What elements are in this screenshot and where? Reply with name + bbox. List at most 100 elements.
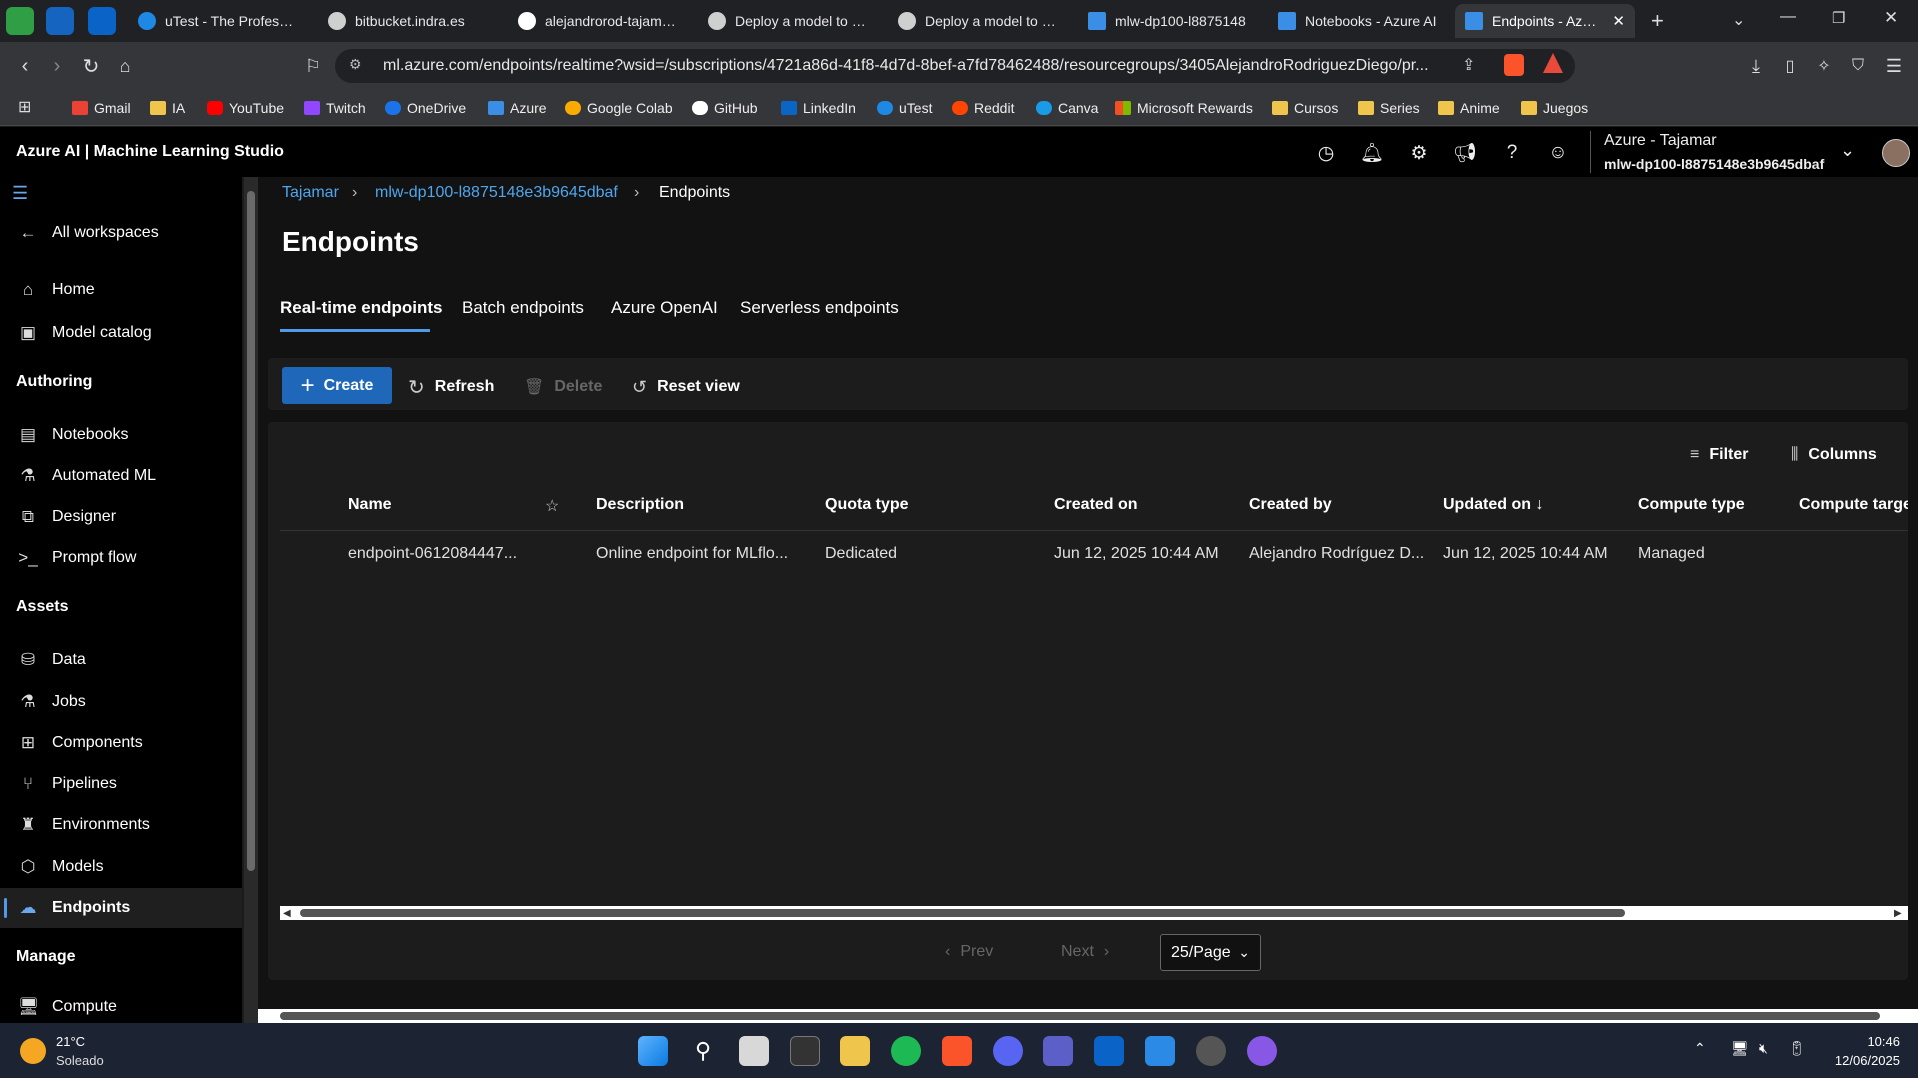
avatar[interactable]	[1882, 139, 1910, 167]
spotify-icon[interactable]	[891, 1036, 921, 1066]
browser-tab[interactable]: mlw-dp100-l8875148	[1078, 4, 1258, 38]
leo-ai-icon[interactable]: ✧	[1811, 53, 1837, 79]
nav-prompt-flow[interactable]: >_ Prompt flow	[0, 538, 242, 578]
bookmark-youtube[interactable]: YouTube	[207, 96, 284, 120]
page-size-select[interactable]: 25/Page ⌄	[1160, 934, 1261, 971]
tab-real-time-endpoints[interactable]: Real-time endpoints	[280, 298, 442, 318]
tab-batch-endpoints[interactable]: Batch endpoints	[462, 298, 584, 318]
discord-icon[interactable]	[993, 1036, 1023, 1066]
column-header-updated-on[interactable]: Updated on ↓	[1443, 496, 1543, 514]
battery-icon[interactable]: 🔋︎	[1788, 1040, 1806, 1057]
sidebar-toggle-icon[interactable]: ▯	[1777, 53, 1803, 79]
bookmark-github[interactable]: GitHub	[692, 96, 758, 120]
prev-page-button[interactable]: ‹ Prev	[945, 943, 993, 961]
breadcrumb-root[interactable]: Tajamar	[282, 184, 339, 202]
column-header-compute-type[interactable]: Compute type	[1638, 496, 1745, 514]
notifications-bell-icon[interactable]: 🔔︎	[1359, 140, 1385, 166]
nav-pipelines[interactable]: ⑂ Pipelines	[0, 764, 242, 804]
favorite-star-icon[interactable]: ☆	[545, 496, 559, 516]
download-icon[interactable]: ⤓	[1743, 53, 1769, 79]
chevron-down-icon[interactable]: ⌄	[1840, 140, 1855, 161]
home-icon[interactable]: ⌂	[112, 53, 138, 79]
endpoint-name-link[interactable]: endpoint-0612084447...	[348, 545, 523, 563]
grid-horizontal-scrollbar[interactable]: ◀ ▶	[280, 906, 1908, 920]
announcements-icon[interactable]: 📢︎	[1452, 140, 1478, 166]
delete-button[interactable]: 🗑︎ Delete	[524, 369, 602, 405]
next-page-button[interactable]: Next ›	[1061, 943, 1109, 961]
new-tab-icon[interactable]: +	[1651, 8, 1664, 34]
scrollbar-thumb[interactable]	[300, 909, 1625, 917]
column-header-name[interactable]: Name	[348, 496, 392, 514]
bookmark-series[interactable]: Series	[1358, 96, 1420, 120]
breadcrumb-workspace[interactable]: mlw-dp100-l8875148e3b9645dbaf	[375, 184, 618, 202]
address-bar[interactable]: ⚙ ml.azure.com/endpoints/realtime?wsid=/…	[335, 49, 1575, 83]
browser-tab[interactable]: Deploy a model to a r	[698, 4, 878, 38]
menu-icon[interactable]: ☰	[1881, 53, 1907, 79]
outlook-icon[interactable]	[1094, 1036, 1124, 1066]
nav-jobs[interactable]: ⚗ Jobs	[0, 682, 242, 722]
bookmark-gmail[interactable]: Gmail	[72, 96, 131, 120]
account-name[interactable]: Azure - Tajamar	[1604, 132, 1717, 150]
task-view-icon[interactable]	[739, 1036, 769, 1066]
bookmark-azure[interactable]: Azure	[488, 96, 547, 120]
bookmark-icon[interactable]: ⚐	[300, 53, 326, 79]
restore-icon[interactable]: ❐	[1832, 9, 1845, 27]
browser-tab-active[interactable]: Endpoints - Azure ✕	[1455, 4, 1635, 38]
browser-tab[interactable]: Notebooks - Azure AI	[1268, 4, 1448, 38]
bookmark-reddit[interactable]: Reddit	[952, 96, 1014, 120]
outlook-pinned-tab-icon[interactable]	[88, 7, 116, 35]
nav-components[interactable]: ⊞ Components	[0, 723, 242, 763]
bookmark-utest[interactable]: uTest	[877, 96, 932, 120]
browser-tab[interactable]: bitbucket.indra.es	[318, 4, 498, 38]
brave-browser-icon[interactable]	[942, 1036, 972, 1066]
brave-rewards-icon[interactable]	[1543, 53, 1563, 73]
app-title[interactable]: Azure AI | Machine Learning Studio	[16, 143, 284, 161]
chevron-up-icon[interactable]: ⌃	[1694, 1040, 1706, 1057]
column-header-description[interactable]: Description	[596, 496, 684, 514]
workspace-name[interactable]: mlw-dp100-l8875148e3b9645dbaf	[1604, 156, 1824, 172]
file-explorer-icon[interactable]	[840, 1036, 870, 1066]
search-icon[interactable]: ⚲	[688, 1036, 718, 1066]
network-icon[interactable]: 🖥︎	[1731, 1040, 1749, 1057]
tab-azure-openai[interactable]: Azure OpenAI	[611, 298, 718, 318]
whatsapp-pinned-tab-icon[interactable]	[6, 7, 34, 35]
bookmark-microsoft-rewards[interactable]: Microsoft Rewards	[1115, 96, 1253, 120]
weather-sun-icon[interactable]	[20, 1038, 46, 1064]
onedrive-pinned-tab-icon[interactable]	[46, 7, 74, 35]
browser-tab[interactable]: alejandrorod-tajamar/	[508, 4, 688, 38]
windows-start-icon[interactable]	[638, 1036, 668, 1066]
apps-grid-icon[interactable]: ⊞	[18, 97, 31, 117]
column-header-created-by[interactable]: Created by	[1249, 496, 1332, 514]
bookmark-ia[interactable]: IA	[150, 96, 185, 120]
close-tab-icon[interactable]: ✕	[1612, 12, 1625, 30]
scroll-left-icon[interactable]: ◀	[283, 908, 291, 919]
history-clock-icon[interactable]: ◷	[1313, 140, 1339, 166]
browser-tab[interactable]: Deploy a model to a b	[888, 4, 1068, 38]
create-button[interactable]: + Create	[282, 367, 392, 404]
brave-shields-icon[interactable]	[1504, 54, 1524, 76]
nav-automated-ml[interactable]: ⚗ Automated ML	[0, 456, 242, 496]
nav-designer[interactable]: ⧉ Designer	[0, 497, 242, 537]
bookmark-canva[interactable]: Canva	[1036, 96, 1098, 120]
close-window-icon[interactable]: ✕	[1884, 8, 1898, 28]
hamburger-menu-icon[interactable]: ☰	[12, 183, 28, 204]
sidebar-scrollbar[interactable]	[244, 177, 258, 1023]
site-info-icon[interactable]: ⚙	[349, 56, 362, 73]
column-header-quota-type[interactable]: Quota type	[825, 496, 909, 514]
nav-models[interactable]: ⬡ Models	[0, 847, 242, 887]
nav-endpoints[interactable]: ☁ Endpoints	[0, 888, 242, 928]
terminal-icon[interactable]	[790, 1036, 820, 1066]
settings-gear-icon[interactable]: ⚙	[1406, 140, 1432, 166]
reload-icon[interactable]: ↻	[78, 53, 104, 79]
filter-button[interactable]: ≡ Filter	[1690, 437, 1748, 473]
nav-environments[interactable]: ♜ Environments	[0, 805, 242, 845]
back-icon[interactable]: ‹	[12, 53, 38, 79]
minimize-icon[interactable]: —	[1780, 8, 1796, 26]
nav-compute[interactable]: 🖥︎ Compute	[0, 990, 242, 1023]
bookmark-onedrive[interactable]: OneDrive	[385, 96, 466, 120]
nav-data[interactable]: ⛁ Data	[0, 640, 242, 680]
share-icon[interactable]: ⇪	[1462, 55, 1475, 75]
clock-time[interactable]: 10:46	[1846, 1034, 1900, 1049]
github-desktop-icon[interactable]	[1247, 1036, 1277, 1066]
tab-search-icon[interactable]: ⌄	[1732, 10, 1745, 30]
